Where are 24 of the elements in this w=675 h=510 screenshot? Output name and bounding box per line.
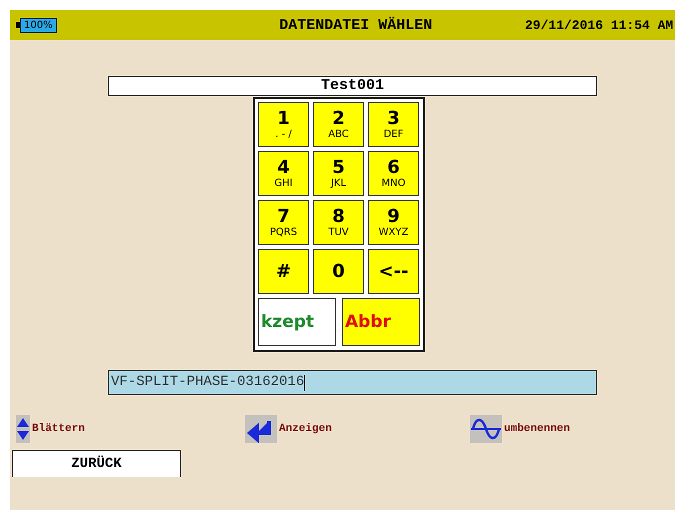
date-time: 29/11/2016 11:54 AM bbox=[525, 18, 674, 32]
keypad-key[interactable]: 0 bbox=[313, 249, 364, 294]
keypad-key[interactable]: 9 WXYZ bbox=[368, 200, 419, 245]
keypad-key[interactable]: 8 TUV bbox=[313, 200, 364, 245]
softkey-label: Blättern bbox=[32, 423, 85, 435]
keypad-key[interactable]: 6 MNO bbox=[368, 151, 419, 196]
keypad-key[interactable]: # bbox=[258, 249, 309, 294]
name-input-field[interactable]: Test001 bbox=[108, 76, 597, 96]
keypad-key[interactable]: <-- bbox=[368, 249, 419, 294]
softkey-label: Anzeigen bbox=[279, 423, 332, 435]
keypad-key[interactable]: 7 PQRS bbox=[258, 200, 309, 245]
sine-wave-icon bbox=[470, 415, 502, 443]
back-button[interactable]: ZURÜCK bbox=[12, 450, 181, 477]
accept-button[interactable]: kzept bbox=[258, 298, 336, 346]
screen-title: DATENDATEI WÄHLEN bbox=[278, 16, 434, 34]
keypad-key[interactable]: 3 DEF bbox=[368, 102, 419, 147]
cancel-button[interactable]: Abbr bbox=[342, 298, 420, 346]
keypad-key[interactable]: 5 JKL bbox=[313, 151, 364, 196]
battery-indicator: 100% bbox=[20, 18, 57, 32]
file-name-field[interactable]: VF-SPLIT-PHASE-03162016 bbox=[108, 370, 597, 395]
softkey-label: umbenennen bbox=[504, 423, 570, 435]
keypad-key[interactable]: 4 GHI bbox=[258, 151, 309, 196]
keypad-key[interactable]: 2 ABC bbox=[313, 102, 364, 147]
keypad-key[interactable]: 1 . - / bbox=[258, 102, 309, 147]
